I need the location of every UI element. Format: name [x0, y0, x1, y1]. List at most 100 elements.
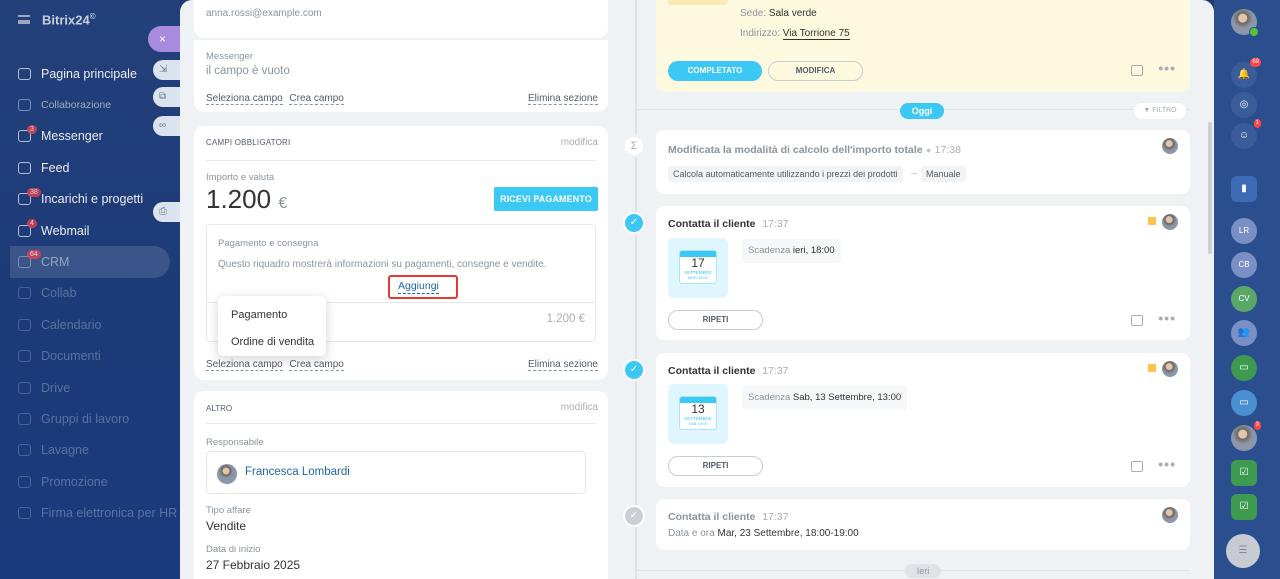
sidebar-item-documents[interactable]: Documenti — [0, 341, 170, 372]
support-chat-icon[interactable]: ▭ — [1231, 390, 1257, 416]
menu-item-sales-order[interactable]: Ordine di vendita — [231, 336, 314, 348]
start-date-label: Data di inizio — [206, 544, 261, 555]
deal-type-value[interactable]: Vendite — [206, 519, 246, 533]
sidebar-item-label: Feed — [41, 160, 70, 175]
edit-section-link[interactable]: modifica — [561, 402, 598, 413]
filter-icon: ▼ — [1143, 107, 1151, 114]
menu-icon[interactable] — [18, 15, 30, 25]
filter-button[interactable]: ▼ FILTRO — [1134, 103, 1186, 119]
sidebar-item-webmail[interactable]: 4 Webmail — [0, 215, 170, 246]
create-field-link[interactable]: Crea campo — [289, 93, 344, 105]
sidebar-item-crm[interactable]: 64 CRM — [10, 246, 170, 278]
contact-avatar-lr[interactable]: LR — [1231, 218, 1257, 244]
edit-section-link[interactable]: modifica — [561, 137, 598, 148]
amount-value[interactable]: 1.200 € — [206, 184, 287, 215]
copilot-icon[interactable]: ◎ — [1231, 92, 1257, 118]
chat-icon[interactable]: ☺ 1 — [1231, 119, 1261, 149]
activity-title: Contatta il cliente — [668, 511, 756, 523]
delete-section-link[interactable]: Elimina sezione — [527, 359, 598, 371]
completed-button[interactable]: COMPLETATO — [668, 61, 762, 81]
boards-icon — [18, 444, 31, 457]
sidebar-item-label: Gruppi di lavoro — [41, 411, 130, 426]
modify-button[interactable]: MODIFICA — [768, 61, 863, 81]
sidebar-item-label: Messenger — [41, 129, 103, 144]
comment-icon[interactable] — [1131, 315, 1143, 326]
sidebar-item-collab[interactable]: Collab — [0, 278, 170, 309]
select-field-link[interactable]: Seleziona campo — [206, 93, 283, 105]
notifications-bell-icon[interactable]: 🔔 69 — [1231, 58, 1261, 88]
user-avatar[interactable] — [1231, 9, 1259, 37]
create-field-link[interactable]: Crea campo — [289, 359, 344, 371]
address-label: Indirizzo: — [740, 28, 781, 39]
yesterday-separator: Ieri — [905, 564, 941, 578]
signature-icon — [18, 507, 31, 520]
check-icon: ✓ — [623, 359, 645, 381]
scrollbar[interactable] — [1208, 122, 1212, 254]
sidebar-item-label: Firma elettronica per HR — [41, 506, 178, 521]
from-tag: Calcola automaticamente utilizzando i pr… — [668, 166, 903, 182]
sidebar-item-promotion[interactable]: Promozione — [0, 466, 170, 497]
calendar-icon — [18, 318, 31, 331]
user-avatar[interactable]: 3 — [1231, 421, 1261, 451]
responsible-name[interactable]: Francesca Lombardi — [245, 466, 350, 478]
receive-payment-button[interactable]: RICEVI PAGAMENTO — [494, 187, 598, 211]
sidebar-item-tasks[interactable]: 38 Incarichi e progetti — [0, 184, 170, 215]
group-icon[interactable]: 👥 — [1231, 320, 1257, 346]
deadline[interactable]: Scadenza Sab, 13 Settembre, 13:00 — [742, 386, 908, 410]
sidebar-item-groups[interactable]: Gruppi di lavoro — [0, 403, 170, 434]
sidebar-item-label: Documenti — [41, 349, 101, 364]
select-field-link[interactable]: Seleziona campo — [206, 359, 283, 371]
open-new-window-icon[interactable]: ⧉ — [153, 87, 181, 107]
payment-delivery-label: Pagamento e consegna — [218, 238, 319, 249]
avatar — [1162, 138, 1178, 154]
contact-card-icon[interactable]: ▭ — [1231, 355, 1257, 381]
menu-icon[interactable]: ☰ — [1226, 534, 1260, 568]
email-value[interactable]: anna.rossi@example.com — [206, 8, 322, 19]
start-date-value[interactable]: 27 Febbraio 2025 — [206, 558, 300, 572]
priority-flag-icon[interactable] — [1148, 217, 1156, 225]
sidebar-item-feed[interactable]: Feed — [0, 152, 170, 183]
delete-section-link[interactable]: Elimina sezione — [527, 93, 598, 105]
bookmark-icon[interactable]: ▮ — [1231, 176, 1257, 202]
add-link[interactable]: Aggiungi — [398, 280, 439, 294]
copy-link-icon[interactable]: ∞ — [153, 116, 181, 136]
contact-avatar-cb[interactable]: CB — [1231, 252, 1257, 278]
menu-item-payment[interactable]: Pagamento — [231, 309, 287, 321]
more-icon[interactable]: ••• — [1158, 456, 1176, 472]
sidebar-item-label: Incarichi e progetti — [41, 192, 144, 207]
venue-label: Sede: — [740, 8, 767, 19]
minimize-icon[interactable]: ⇲ — [153, 60, 181, 80]
address-link[interactable]: Via Torrione 75 — [782, 28, 850, 40]
more-icon[interactable]: ••• — [1158, 60, 1176, 76]
activity-card: Contatta il cliente 17:37 Data e ora Mar… — [656, 499, 1190, 550]
more-icon[interactable]: ••• — [1158, 310, 1176, 326]
task-icon[interactable]: ☑ — [1231, 494, 1257, 520]
messenger-value[interactable]: il campo è vuoto — [206, 65, 290, 77]
deadline-label: Scadenza — [748, 392, 791, 403]
contact-section: Messenger il campo è vuoto Seleziona cam… — [194, 40, 608, 112]
deadline[interactable]: Scadenza ieri, 18:00 — [742, 239, 841, 263]
repeat-button[interactable]: RIPETI — [668, 456, 763, 476]
responsible-box[interactable]: Francesca Lombardi — [206, 451, 586, 494]
repeat-button[interactable]: RIPETI — [668, 310, 763, 330]
sidebar-item-boards[interactable]: Lavagne — [0, 435, 170, 466]
sidebar-item-esign[interactable]: Firma elettronica per HR — [0, 497, 177, 528]
sidebar-item-messenger[interactable]: 3 Messenger — [0, 121, 170, 152]
close-slider-button[interactable]: × — [148, 26, 182, 52]
sidebar-item-collaboration[interactable]: Collaborazione — [0, 89, 170, 120]
amount-label: Importo e valuta — [206, 172, 275, 183]
help-icon[interactable]: ● — [926, 145, 931, 155]
contact-avatar-cv[interactable]: CV — [1231, 286, 1257, 312]
sidebar-item-home[interactable]: Pagina principale — [0, 58, 170, 89]
comment-icon[interactable] — [1131, 461, 1143, 472]
divider — [206, 423, 596, 424]
brand[interactable]: Bitrix24© — [18, 12, 96, 27]
sidebar-item-label: Promozione — [41, 474, 108, 489]
task-icon[interactable]: ☑ — [1231, 460, 1257, 486]
event-time: 17:38 — [934, 144, 961, 156]
print-icon[interactable]: ⎙ — [153, 202, 181, 222]
comment-icon[interactable] — [1131, 65, 1143, 76]
priority-flag-icon[interactable] — [1148, 364, 1156, 372]
sidebar-item-drive[interactable]: Drive — [0, 372, 170, 403]
sidebar-item-calendar[interactable]: Calendario — [0, 309, 170, 340]
